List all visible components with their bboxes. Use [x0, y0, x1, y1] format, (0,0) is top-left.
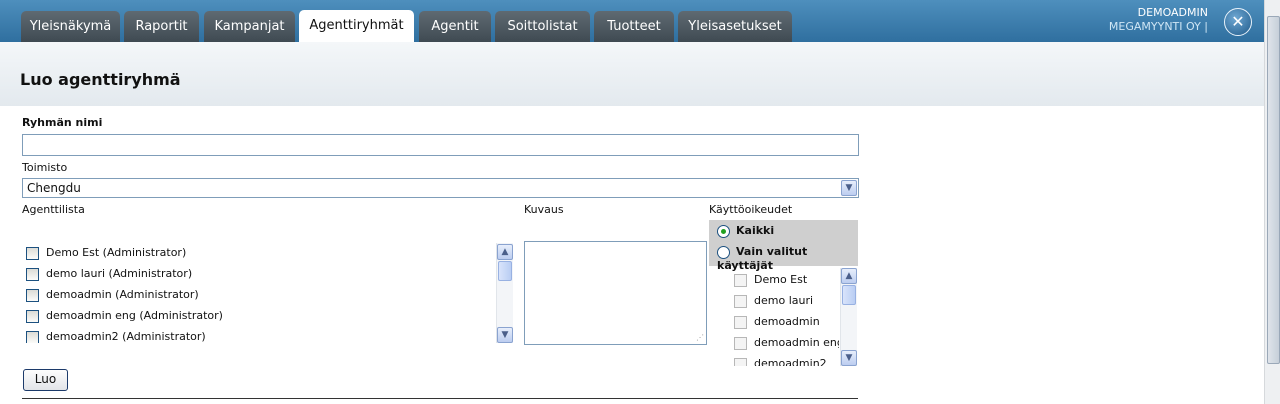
radio-all[interactable] — [717, 224, 730, 238]
agent-item[interactable]: demoadmin2 (Administrator) — [26, 330, 206, 343]
agent-list: Demo Est (Administrator) demo lauri (Adm… — [22, 243, 492, 343]
description-textarea[interactable]: ⋰ — [524, 241, 707, 345]
page-title: Luo agenttiryhmä — [20, 70, 181, 89]
user-checkbox[interactable] — [734, 357, 747, 366]
tab-tuotteet[interactable]: Tuotteet — [594, 11, 674, 42]
user-item[interactable]: demoadmin eng — [734, 336, 839, 356]
scroll-down-icon[interactable]: ▼ — [497, 327, 513, 343]
tab-agentit[interactable]: Agentit — [419, 11, 491, 42]
tab-yleisnakyma[interactable]: Yleisnäkymä — [21, 11, 120, 42]
page-header: Luo agenttiryhmä — [0, 42, 1264, 106]
user-checkbox[interactable] — [734, 273, 747, 287]
top-navigation-bar: Yleisnäkymä Raportit Kampanjat Agenttiry… — [0, 0, 1264, 42]
user-name: DEMOADMIN — [1137, 6, 1208, 19]
user-item[interactable]: demoadmin2 — [734, 357, 827, 366]
agent-list-scrollbar[interactable]: ▲ ▼ — [496, 243, 513, 343]
resize-grip-icon[interactable]: ⋰ — [696, 334, 704, 342]
agent-checkbox[interactable] — [26, 330, 39, 343]
window-scrollbar-thumb[interactable] — [1267, 16, 1280, 364]
divider — [22, 398, 858, 399]
office-select-value: Chengdu — [27, 181, 81, 195]
agent-item[interactable]: demoadmin (Administrator) — [26, 288, 199, 308]
user-checkbox[interactable] — [734, 315, 747, 329]
user-item[interactable]: demo lauri — [734, 294, 813, 314]
scroll-up-icon[interactable]: ▲ — [497, 244, 513, 260]
create-button[interactable]: Luo — [23, 369, 68, 391]
user-info: DEMOADMIN MEGAMYYNTI OY | — [1109, 6, 1208, 34]
user-list-scroll-thumb[interactable] — [842, 285, 856, 305]
user-item[interactable]: Demo Est — [734, 273, 807, 293]
scroll-up-icon[interactable]: ▲ — [841, 268, 857, 284]
agent-list-label: Agenttilista — [22, 203, 85, 216]
user-checkbox[interactable] — [734, 336, 747, 350]
user-item[interactable]: demoadmin — [734, 315, 820, 335]
user-list: Demo Est demo lauri demoadmin demoadmin … — [709, 268, 839, 366]
company-name[interactable]: MEGAMYYNTI OY | — [1109, 20, 1208, 34]
rights-label: Käyttöoikeudet — [709, 203, 793, 216]
logout-icon[interactable]: ✕ — [1224, 8, 1252, 36]
rights-option-selected[interactable]: Vain valitut käyttäjät — [717, 245, 858, 272]
tab-raportit[interactable]: Raportit — [124, 11, 199, 42]
tab-soittolistat[interactable]: Soittolistat — [495, 11, 590, 42]
user-checkbox[interactable] — [734, 294, 747, 308]
group-name-input[interactable] — [22, 134, 859, 156]
description-label: Kuvaus — [524, 203, 564, 216]
tab-agenttiryhmat[interactable]: Agenttiryhmät — [299, 10, 414, 42]
user-list-scrollbar[interactable]: ▲ ▼ — [840, 268, 857, 366]
agent-checkbox[interactable] — [26, 267, 39, 281]
tab-kampanjat[interactable]: Kampanjat — [204, 11, 295, 42]
tab-yleisasetukset[interactable]: Yleisasetukset — [678, 11, 792, 42]
agent-checkbox[interactable] — [26, 288, 39, 302]
agent-checkbox[interactable] — [26, 246, 39, 260]
agent-list-scroll-thumb[interactable] — [498, 261, 512, 281]
agent-item[interactable]: Demo Est (Administrator) — [26, 246, 186, 266]
rights-options: Kaikki Vain valitut käyttäjät — [709, 220, 858, 272]
agent-item[interactable]: demoadmin eng (Administrator) — [26, 309, 223, 329]
office-label: Toimisto — [22, 161, 68, 174]
office-select[interactable]: Chengdu ▼ — [22, 178, 859, 198]
rights-option-all[interactable]: Kaikki — [717, 224, 774, 244]
agent-item[interactable]: demo lauri (Administrator) — [26, 267, 192, 287]
radio-selected-users[interactable] — [717, 245, 730, 259]
chevron-down-icon[interactable]: ▼ — [841, 180, 857, 196]
window-scrollbar[interactable] — [1264, 0, 1280, 404]
agent-checkbox[interactable] — [26, 309, 39, 323]
group-name-label: Ryhmän nimi — [22, 116, 103, 129]
scroll-down-icon[interactable]: ▼ — [841, 350, 857, 366]
